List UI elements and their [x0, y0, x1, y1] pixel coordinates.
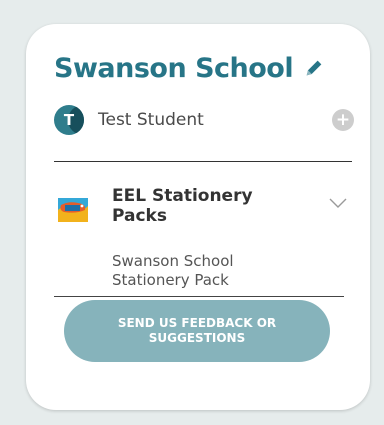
school-card: Swanson School T Test Student + EEL Stat…: [26, 24, 370, 410]
avatar: T: [54, 105, 84, 135]
plus-icon: +: [335, 110, 351, 130]
avatar-initial: T: [63, 111, 75, 129]
feedback-button-label: SEND US FEEDBACK OR SUGGESTIONS: [117, 316, 277, 345]
student-name: Test Student: [98, 110, 204, 130]
divider: [54, 296, 344, 297]
pack-subtitle: Swanson School Stationery Pack: [112, 252, 234, 289]
student-row[interactable]: T Test Student +: [54, 102, 354, 138]
page-background: Swanson School T Test Student + EEL Stat…: [16, 0, 384, 425]
pack-row[interactable]: EEL Stationery Packs: [54, 184, 354, 244]
eel-logo-icon: [58, 198, 88, 222]
divider: [54, 161, 352, 162]
school-name: Swanson School: [54, 52, 294, 84]
pencil-icon[interactable]: [303, 57, 325, 79]
feedback-button[interactable]: SEND US FEEDBACK OR SUGGESTIONS: [64, 300, 330, 362]
add-student-button[interactable]: +: [332, 109, 354, 131]
pack-title: EEL Stationery Packs: [112, 186, 253, 226]
school-header: Swanson School: [54, 46, 354, 90]
chevron-down-icon[interactable]: [328, 196, 348, 210]
